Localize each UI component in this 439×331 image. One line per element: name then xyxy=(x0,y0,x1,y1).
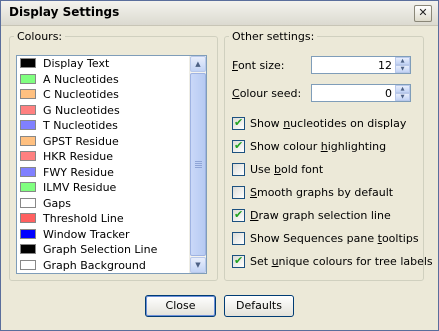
colour-swatch xyxy=(20,104,36,115)
colour-seed-value[interactable]: 0 xyxy=(385,87,392,100)
checkbox-label: Smooth graphs by default xyxy=(250,186,394,199)
colours-legend: Colours: xyxy=(17,30,63,43)
colour-list-item[interactable]: C Nucleotides xyxy=(17,87,187,103)
colour-item-label: Graph Background xyxy=(43,258,146,272)
checkbox-box[interactable] xyxy=(232,232,245,245)
close-icon[interactable]: ✕ xyxy=(414,5,432,22)
colour-list-item[interactable]: Window Tracker xyxy=(17,227,187,243)
colour-item-label: G Nucleotides xyxy=(43,103,120,117)
colour-swatch xyxy=(20,213,36,223)
font-size-spinner[interactable]: 12 ▲ ▼ xyxy=(311,56,411,74)
colour-swatch xyxy=(20,73,36,84)
list-scrollbar[interactable]: ▲ ▼ xyxy=(189,56,206,273)
colour-swatch xyxy=(20,120,36,130)
colour-list-item[interactable]: Graph Background xyxy=(17,258,187,274)
colour-list-item[interactable]: Histogram Background xyxy=(17,273,187,274)
colour-list-item[interactable]: Display Text xyxy=(17,56,187,72)
checkbox-label: Show Sequences pane tooltips xyxy=(250,232,419,245)
colour-list-item[interactable]: Gaps xyxy=(17,196,187,212)
checkmark-icon: ✔ xyxy=(234,254,244,267)
window-title: Display Settings xyxy=(9,5,120,19)
colour-item-label: Gaps xyxy=(43,196,71,210)
colour-seed-spinner[interactable]: 0 ▲ ▼ xyxy=(311,84,411,102)
checkmark-icon: ✔ xyxy=(234,208,244,221)
colour-seed-up-icon[interactable]: ▲ xyxy=(395,85,410,93)
checkbox-box[interactable]: ✔ xyxy=(232,208,245,222)
close-button[interactable]: Close xyxy=(145,295,216,317)
checkbox-box[interactable] xyxy=(232,163,245,176)
scroll-thumb[interactable] xyxy=(190,73,206,256)
font-size-label: Font size: xyxy=(232,59,285,72)
font-size-value[interactable]: 12 xyxy=(378,59,392,72)
font-size-down-icon[interactable]: ▼ xyxy=(395,65,410,73)
colour-swatch xyxy=(20,244,36,254)
colour-item-label: GPST Residue xyxy=(43,134,119,148)
colour-item-label: T Nucleotides xyxy=(43,119,118,132)
checkbox-label: Use bold font xyxy=(250,163,324,176)
defaults-button[interactable]: Defaults xyxy=(224,295,294,317)
colour-item-label: Graph Selection Line xyxy=(43,243,158,256)
colour-item-label: A Nucleotides xyxy=(43,72,119,86)
colour-list-item[interactable]: ILMV Residue xyxy=(17,180,187,196)
checkbox-box[interactable]: ✔ xyxy=(232,139,245,153)
font-size-up-icon[interactable]: ▲ xyxy=(395,57,410,65)
colour-swatch xyxy=(20,135,36,146)
colour-item-label: ILMV Residue xyxy=(43,181,117,194)
colours-list[interactable]: Display Text A Nucleotides C Nucleotides G … xyxy=(16,55,207,274)
colour-swatch xyxy=(20,197,36,208)
scroll-up-icon[interactable]: ▲ xyxy=(190,56,206,72)
colour-list-item[interactable]: HKR Residue xyxy=(17,149,187,165)
colours-list-items: Display Text A Nucleotides C Nucleotides G … xyxy=(17,56,187,274)
colour-item-label: Window Tracker xyxy=(43,227,130,241)
colour-seed-label: Colour seed: xyxy=(232,87,302,100)
colour-list-item[interactable]: FWY Residue xyxy=(17,165,187,181)
other-settings-legend: Other settings: xyxy=(232,30,315,43)
checkbox-label: Set unique colours for tree labels xyxy=(250,255,433,268)
colour-swatch xyxy=(20,259,36,270)
scroll-down-icon[interactable]: ▼ xyxy=(190,257,206,273)
checkbox-label: Show colour highlighting xyxy=(250,140,387,153)
colour-swatch xyxy=(20,182,36,192)
colour-list-item[interactable]: A Nucleotides xyxy=(17,72,187,88)
colour-list-item[interactable]: G Nucleotides xyxy=(17,103,187,119)
checkmark-icon: ✔ xyxy=(234,139,244,152)
colour-item-label: C Nucleotides xyxy=(43,88,119,101)
checkbox-box[interactable] xyxy=(232,186,245,199)
colour-list-item[interactable]: Threshold Line xyxy=(17,211,187,227)
colour-swatch xyxy=(20,228,36,239)
colour-swatch xyxy=(20,58,36,68)
colour-item-label: HKR Residue xyxy=(43,150,114,163)
checkbox-box[interactable]: ✔ xyxy=(232,116,245,130)
colour-swatch xyxy=(20,151,36,161)
colour-list-item[interactable]: Graph Selection Line xyxy=(17,242,187,258)
colour-item-label: Threshold Line xyxy=(43,212,124,225)
colour-item-label: Display Text xyxy=(43,57,110,70)
colour-item-label: FWY Residue xyxy=(43,165,114,179)
title-bar[interactable]: Display Settings ✕ xyxy=(1,1,438,26)
colour-list-item[interactable]: T Nucleotides xyxy=(17,118,187,134)
checkmark-icon: ✔ xyxy=(234,116,244,129)
colour-swatch xyxy=(20,166,36,177)
colour-seed-down-icon[interactable]: ▼ xyxy=(395,93,410,101)
checkbox-box[interactable]: ✔ xyxy=(232,254,245,268)
colour-swatch xyxy=(20,89,36,99)
colour-list-item[interactable]: GPST Residue xyxy=(17,134,187,150)
checkbox-label: Show nucleotides on display xyxy=(250,117,407,130)
checkbox-label: Draw graph selection line xyxy=(250,209,391,222)
